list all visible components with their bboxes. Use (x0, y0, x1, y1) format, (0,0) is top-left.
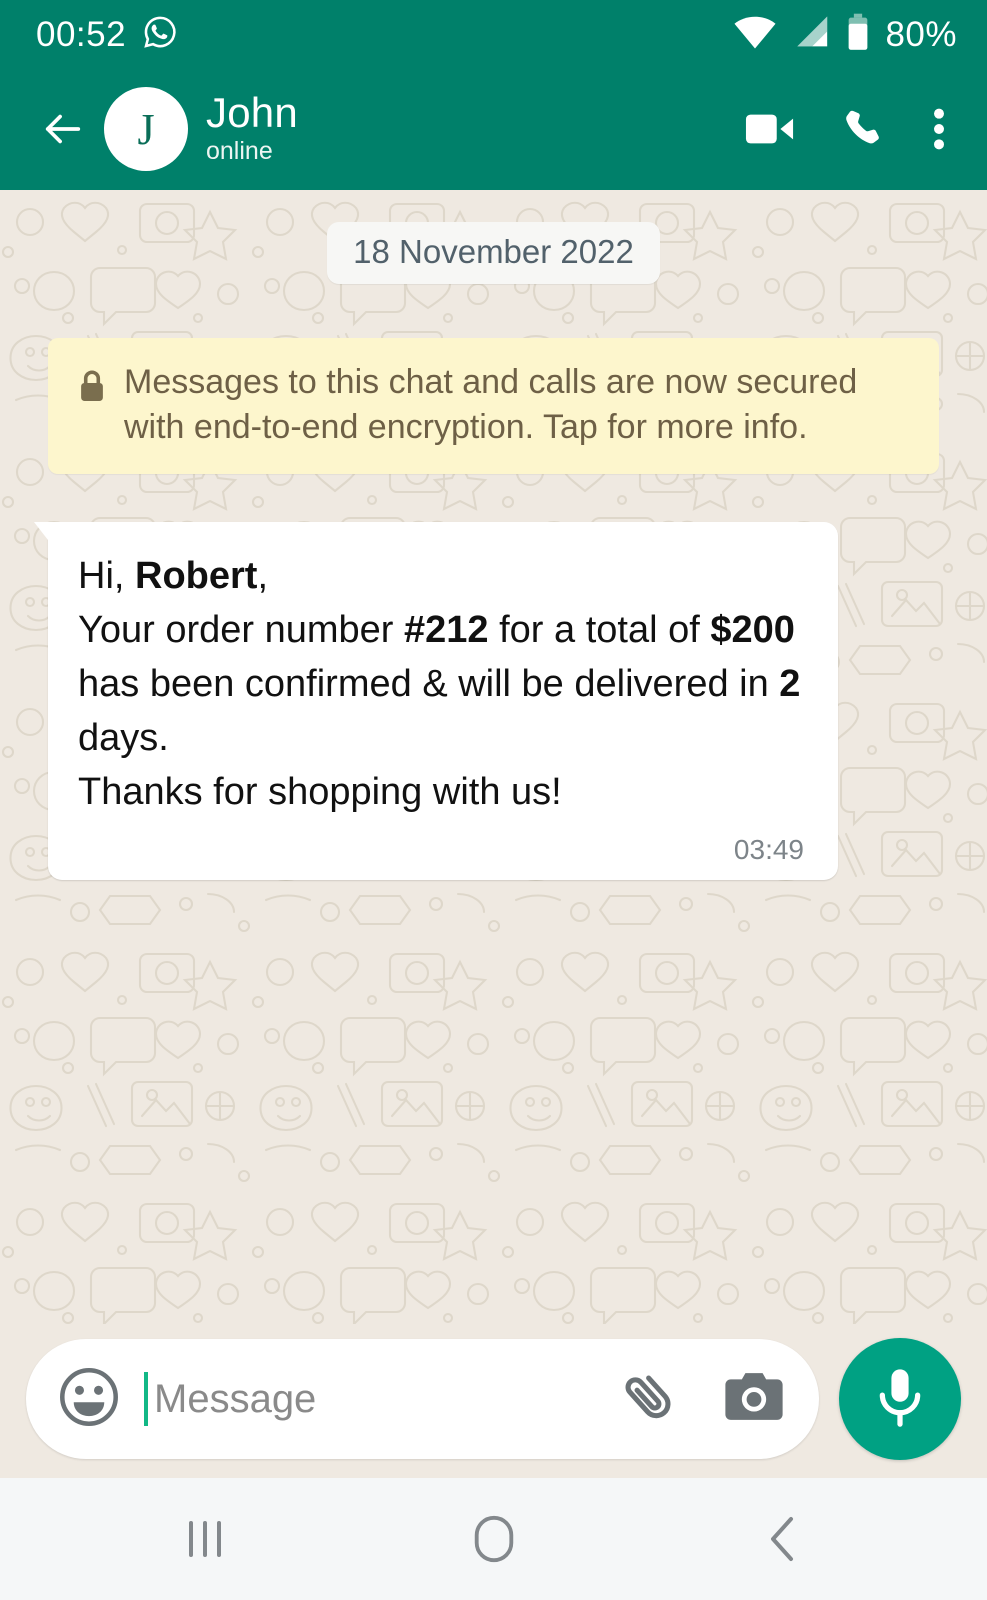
status-bar: 00:52 80% (0, 0, 987, 68)
date-divider-row: 18 November 2022 (0, 190, 987, 284)
video-call-icon[interactable] (745, 110, 795, 148)
status-bar-right: 80% (733, 13, 957, 56)
system-back-icon[interactable] (723, 1494, 843, 1584)
phone-call-icon[interactable] (841, 107, 885, 151)
lock-icon (78, 369, 106, 408)
chat-area: 18 November 2022 Messages to this chat a… (0, 190, 987, 1324)
message-composer: Message (0, 1324, 987, 1478)
status-bar-clock: 00:52 (36, 14, 127, 54)
message-bubble-incoming[interactable]: Hi, Robert, Your order number #212 for a … (34, 521, 838, 880)
chat-content: 18 November 2022 Messages to this chat a… (0, 190, 987, 1324)
emoji-icon[interactable] (58, 1366, 120, 1433)
system-navigation-bar (0, 1478, 987, 1600)
attachment-paperclip-icon[interactable] (617, 1364, 683, 1435)
encryption-notice[interactable]: Messages to this chat and calls are now … (48, 338, 939, 474)
back-arrow-icon[interactable] (40, 106, 86, 152)
voice-record-button[interactable] (839, 1338, 961, 1460)
contact-status: online (206, 137, 273, 166)
more-options-icon[interactable] (931, 106, 947, 152)
battery-percentage: 80% (885, 14, 957, 54)
message-timestamp: 03:49 (733, 833, 804, 865)
phone-screen: 00:52 80% J John online 18 November 2022… (0, 0, 987, 1600)
battery-icon (845, 13, 871, 56)
composer-actions (617, 1364, 785, 1435)
avatar[interactable]: J (104, 87, 188, 171)
date-divider: 18 November 2022 (327, 222, 660, 284)
message-row: Hi, Robert, Your order number #212 for a … (0, 474, 987, 880)
camera-icon[interactable] (723, 1369, 785, 1430)
contact-info[interactable]: John online (206, 88, 298, 167)
status-bar-left: 00:52 (36, 14, 178, 55)
cellular-signal-icon (791, 14, 831, 55)
message-text: Hi, Robert, Your order number #212 for a … (78, 554, 801, 813)
message-input-placeholder[interactable]: Message (154, 1377, 617, 1422)
contact-name: John (206, 88, 298, 136)
home-icon[interactable] (434, 1494, 554, 1584)
recent-apps-icon[interactable] (145, 1494, 265, 1584)
chat-header: J John online (0, 68, 987, 190)
message-input-field[interactable]: Message (26, 1339, 819, 1459)
encryption-notice-text: Messages to this chat and calls are now … (124, 363, 858, 446)
header-actions (745, 106, 961, 152)
avatar-initial: J (137, 104, 155, 154)
text-cursor (144, 1372, 148, 1426)
microphone-icon (872, 1366, 928, 1433)
whatsapp-icon (142, 14, 178, 55)
wifi-icon (733, 14, 777, 55)
